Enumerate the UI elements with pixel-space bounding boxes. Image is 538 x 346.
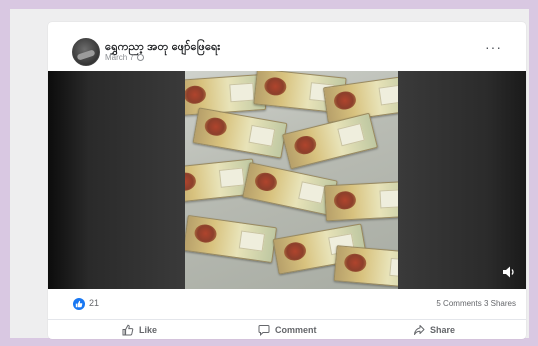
post-date[interactable]: March 7 <box>105 53 134 62</box>
volume-icon[interactable] <box>502 265 516 279</box>
video-letterbox-right <box>398 71 526 289</box>
post-actions: Like Comment Share <box>48 320 526 339</box>
engagement-stats: 5 Comments 3 Shares <box>436 299 516 308</box>
comments-count[interactable]: 5 Comments <box>436 299 481 308</box>
comment-icon <box>258 325 270 336</box>
share-icon <box>414 325 425 335</box>
like-reaction-icon[interactable] <box>73 298 85 310</box>
comment-button[interactable]: Comment <box>258 321 317 339</box>
banknote <box>333 245 398 289</box>
share-label: Share <box>430 325 456 335</box>
more-options-button[interactable]: ··· <box>485 40 502 54</box>
reaction-count[interactable]: 21 <box>89 298 99 308</box>
banknote <box>192 107 288 159</box>
share-button[interactable]: Share <box>413 321 455 339</box>
like-button[interactable]: Like <box>122 321 157 339</box>
post-meta: March 7 <box>105 53 144 62</box>
comment-label: Comment <box>275 325 317 335</box>
page-avatar[interactable] <box>72 38 100 66</box>
post-card: ရွှေကညာ့ အတု ဖျော်ဖြေရေး March 7 ··· 21 … <box>48 22 526 339</box>
like-label: Like <box>139 325 158 335</box>
screenshot-frame: ရွှေကညာ့ အတု ဖျော်ဖြေရေး March 7 ··· 21 … <box>10 9 529 339</box>
banknote <box>324 180 398 222</box>
post-header: ရွှေကညာ့ အတု ဖျော်ဖြေရေး March 7 ··· <box>48 22 526 72</box>
video-letterbox-left <box>48 71 185 289</box>
globe-icon <box>136 54 144 61</box>
thumbs-up-icon <box>122 324 134 336</box>
shares-count[interactable]: 3 Shares <box>484 299 516 308</box>
video-frame <box>185 71 398 289</box>
banknote <box>185 214 278 264</box>
video-player[interactable] <box>48 71 526 289</box>
reaction-summary: 21 5 Comments 3 Shares <box>48 289 526 320</box>
